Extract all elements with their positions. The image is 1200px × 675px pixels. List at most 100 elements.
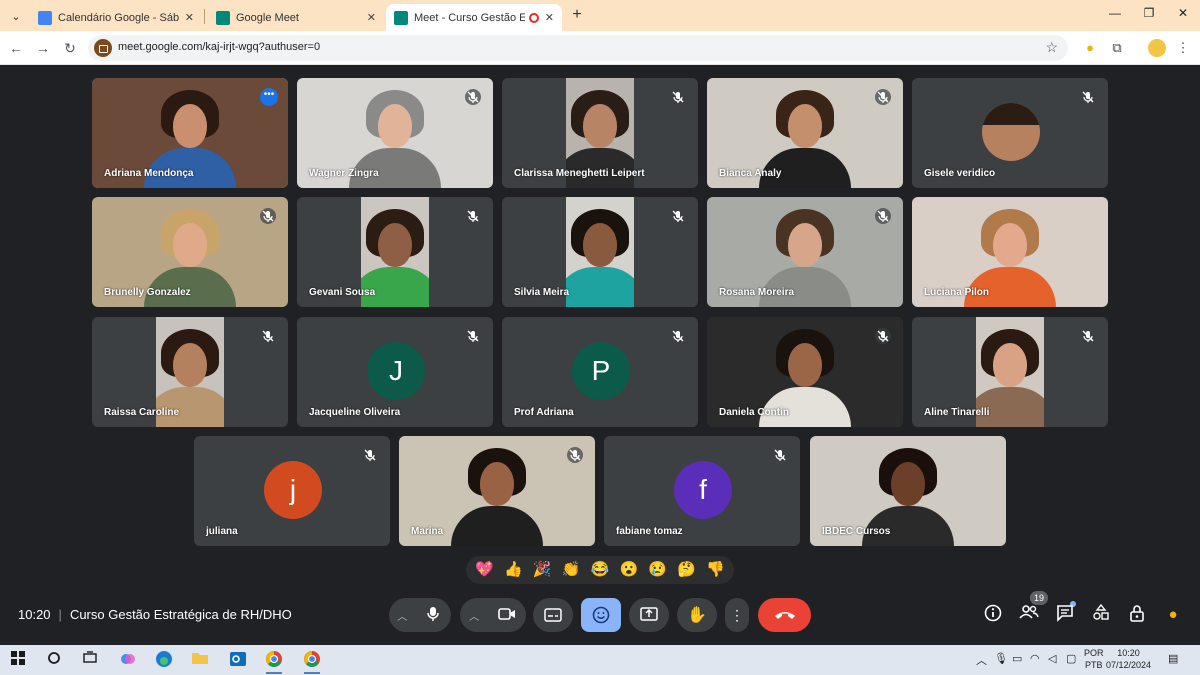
participant-tile[interactable]: Daniela Contin (707, 317, 903, 427)
reaction-party[interactable]: 🎉 (532, 560, 552, 580)
tab-search-chevron-icon[interactable]: ⌄ (6, 6, 26, 26)
participant-avatar: j (264, 461, 322, 519)
reload-icon[interactable]: ↻ (60, 38, 80, 58)
more-options-button[interactable]: ⋮ (725, 598, 749, 632)
lightbulb-icon[interactable]: ● (1082, 40, 1098, 56)
reaction-clap[interactable]: 👏 (561, 560, 581, 580)
edge-icon[interactable] (154, 650, 174, 670)
new-tab-button[interactable]: + (568, 6, 586, 24)
extensions-icon[interactable]: ⧉ (1109, 40, 1125, 56)
captions-button[interactable] (533, 598, 573, 632)
participant-tile[interactable]: Wagner Zingra (297, 78, 493, 188)
participant-tile[interactable]: Marina (399, 436, 595, 546)
shirt (451, 506, 543, 546)
participant-tile[interactable]: Raissa Caroline (92, 317, 288, 427)
participant-tile[interactable]: J Jacqueline Oliveira (297, 317, 493, 427)
camera-icon[interactable] (488, 607, 526, 624)
present-screen-button[interactable] (629, 598, 669, 632)
file-explorer-icon[interactable] (190, 650, 210, 670)
camera-control: ︿ (460, 598, 526, 632)
head (571, 90, 629, 152)
display-icon[interactable]: ▢ (1066, 652, 1076, 665)
activities-icon[interactable] (1090, 603, 1112, 626)
language-indicator[interactable]: POR PTB (1084, 647, 1104, 671)
captions-icon (544, 608, 562, 622)
chrome-profile-icon[interactable] (302, 650, 322, 674)
task-view-icon[interactable] (80, 650, 100, 670)
outlook-icon[interactable] (228, 650, 248, 670)
chevron-up-icon[interactable]: ︿ (976, 652, 987, 668)
bookmark-star-icon[interactable]: ☆ (1045, 39, 1058, 56)
microphone-icon[interactable] (416, 606, 451, 625)
participant-tile[interactable]: Luciana Pilon (912, 197, 1108, 307)
emoji-reactions-button[interactable] (581, 598, 621, 632)
head (161, 90, 219, 152)
url-text[interactable]: meet.google.com/kaj-irjt-wgq?authuser=0 (118, 41, 320, 53)
clock-time: 10:20 (1117, 648, 1140, 658)
divider: | (58, 607, 62, 622)
close-icon[interactable]: ✕ (185, 11, 194, 24)
participant-tile[interactable]: Bianca Analy (707, 78, 903, 188)
participant-tile[interactable]: Aline Tinarelli (912, 317, 1108, 427)
leave-call-button[interactable] (758, 598, 811, 632)
forward-icon[interactable]: → (33, 38, 53, 58)
back-icon[interactable]: ← (6, 38, 26, 58)
participant-tile[interactable]: Silvia Meira (502, 197, 698, 307)
close-window-icon[interactable]: ✕ (1174, 6, 1192, 20)
mic-off-icon (465, 89, 481, 105)
wifi-icon[interactable]: ◠ (1030, 652, 1040, 665)
windows-start-icon[interactable] (8, 650, 28, 670)
face (788, 223, 822, 267)
profile-avatar[interactable] (1148, 39, 1166, 57)
participant-tile[interactable]: Rosana Moreira (707, 197, 903, 307)
participant-tile[interactable]: IBDEC Cursos (810, 436, 1006, 546)
minimize-icon[interactable]: — (1106, 6, 1124, 20)
site-info-icon[interactable] (94, 39, 112, 57)
tile-options-icon[interactable]: ••• (260, 88, 278, 106)
system-clock[interactable]: 10:20 07/12/2024 (1106, 647, 1151, 671)
participant-name: Prof Adriana (514, 407, 574, 418)
copilot-icon[interactable] (118, 650, 138, 670)
tab-meet-course[interactable]: Meet - Curso Gestão Estrat ✕ (386, 4, 562, 31)
people-icon[interactable] (1018, 604, 1040, 626)
chrome-icon[interactable] (264, 650, 284, 674)
volume-icon[interactable]: ◁ (1048, 652, 1056, 665)
host-controls-icon[interactable] (1126, 604, 1148, 626)
face (173, 223, 207, 267)
meeting-details-icon[interactable] (982, 604, 1004, 626)
reaction-laugh[interactable]: 😂 (590, 560, 610, 580)
reaction-thinking[interactable]: 🤔 (677, 560, 697, 580)
raise-hand-button[interactable]: ✋ (677, 598, 717, 632)
notifications-icon[interactable]: ▤ (1168, 652, 1178, 665)
participant-tile[interactable]: j juliana (194, 436, 390, 546)
battery-icon[interactable]: ▭ (1012, 652, 1022, 665)
participant-tile[interactable]: ••• Adriana Mendonça (92, 78, 288, 188)
chat-icon[interactable] (1054, 604, 1076, 626)
participant-tile[interactable]: Gisele veridico (912, 78, 1108, 188)
reaction-surprised[interactable]: 😮 (619, 560, 639, 580)
tab-google-meet[interactable]: Google Meet ✕ (208, 4, 384, 31)
close-icon[interactable]: ✕ (545, 11, 554, 24)
chevron-up-icon[interactable]: ︿ (389, 608, 416, 623)
reaction-thumbs-up[interactable]: 👍 (503, 560, 523, 580)
menu-dots-icon[interactable]: ⋮ (1175, 40, 1191, 56)
restore-icon[interactable]: ❐ (1140, 6, 1158, 20)
reaction-thumbs-down[interactable]: 👎 (705, 560, 725, 580)
participant-tile[interactable]: Brunelly Gonzalez (92, 197, 288, 307)
lightbulb-icon[interactable]: ● (1162, 604, 1184, 626)
reaction-heart[interactable]: 💖 (474, 560, 494, 580)
address-bar[interactable]: meet.google.com/kaj-irjt-wgq?authuser=0 … (88, 35, 1068, 61)
participant-tile[interactable]: Clarissa Meneghetti Leipert (502, 78, 698, 188)
reaction-sad[interactable]: 😢 (648, 560, 668, 580)
tab-google-calendar[interactable]: Calendário Google - Sábado, 7 ✕ (30, 4, 202, 31)
chevron-up-icon[interactable]: ︿ (460, 608, 488, 623)
participant-tile[interactable]: Gevani Sousa (297, 197, 493, 307)
close-icon[interactable]: ✕ (367, 11, 376, 24)
microphone-tray-icon[interactable]: 🎙 (994, 652, 1008, 665)
search-icon[interactable] (44, 650, 64, 670)
keyboard-layout: PTB (1085, 660, 1103, 670)
participant-tile[interactable]: f fabiane tomaz (604, 436, 800, 546)
participant-tile[interactable]: P Prof Adriana (502, 317, 698, 427)
participant-figure (566, 209, 634, 307)
hang-up-icon (774, 612, 795, 619)
